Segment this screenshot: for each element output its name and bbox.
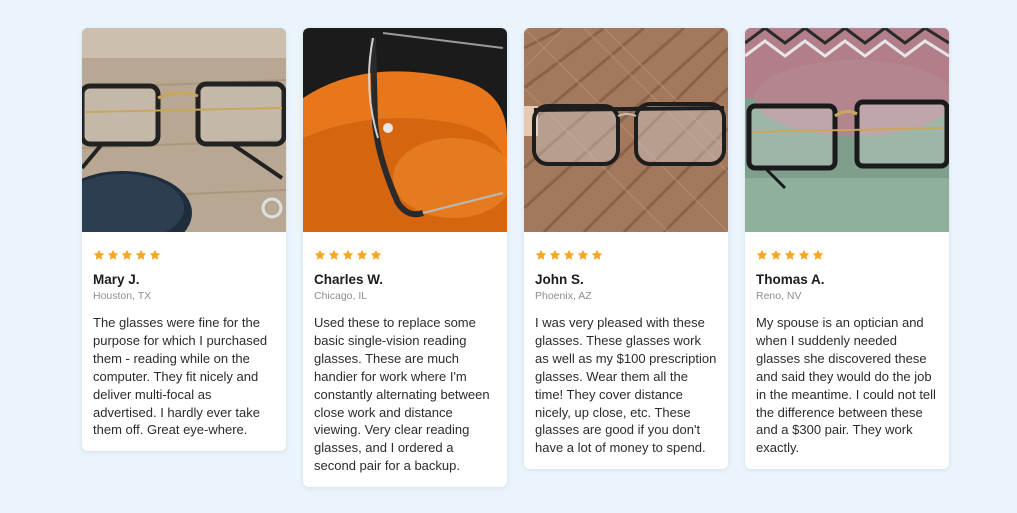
star-icon [107, 249, 119, 260]
star-icon [591, 249, 603, 260]
star-icon [812, 249, 824, 260]
review-card: Thomas A. Reno, NV My spouse is an optic… [745, 28, 949, 470]
star-icon [135, 249, 147, 260]
glasses-held-over-tile-floor-photo [524, 28, 728, 232]
reviewer-name: Mary J. [93, 272, 140, 287]
star-icon [549, 249, 561, 260]
review-card: Charles W. Chicago, IL Used these to rep… [303, 28, 507, 488]
star-icon [798, 249, 810, 260]
star-icon [121, 249, 133, 260]
star-icon [342, 249, 354, 260]
glasses-on-orange-cushion-photo [303, 28, 507, 232]
star-rating [314, 249, 496, 262]
reviewer-location: Chicago, IL [314, 290, 368, 302]
star-rating [535, 249, 717, 262]
star-icon [356, 249, 368, 260]
glasses-on-green-fabric-photo [745, 28, 949, 232]
reviewer-name: Thomas A. [756, 272, 825, 287]
reviewer-name: Charles W. [314, 272, 384, 287]
star-icon [314, 249, 326, 260]
review-text: My spouse is an optician and when I sudd… [756, 315, 936, 456]
reviewer-location: Phoenix, AZ [535, 290, 592, 302]
star-rating [756, 249, 938, 262]
review-text: Used these to replace some basic single-… [314, 315, 490, 474]
star-icon [149, 249, 161, 260]
star-icon [93, 249, 105, 260]
glasses-on-wooden-desk-photo [82, 28, 286, 232]
star-icon [756, 249, 768, 260]
reviewer-location: Reno, NV [756, 290, 802, 302]
star-icon [563, 249, 575, 260]
reviewer-name: John S. [535, 272, 584, 287]
star-icon [770, 249, 782, 260]
review-text: The glasses were fine for the purpose fo… [93, 315, 268, 438]
star-icon [328, 249, 340, 260]
review-card: John S. Phoenix, AZ I was very pleased w… [524, 28, 728, 470]
star-icon [784, 249, 796, 260]
reviewer-location: Houston, TX [93, 290, 152, 302]
review-text: I was very pleased with these glasses. T… [535, 315, 717, 456]
star-icon [577, 249, 589, 260]
reviews-row: Mary J. Houston, TX The glasses were fin… [82, 28, 949, 488]
star-icon [535, 249, 547, 260]
review-card: Mary J. Houston, TX The glasses were fin… [82, 28, 286, 452]
star-rating [93, 249, 275, 262]
star-icon [370, 249, 382, 260]
